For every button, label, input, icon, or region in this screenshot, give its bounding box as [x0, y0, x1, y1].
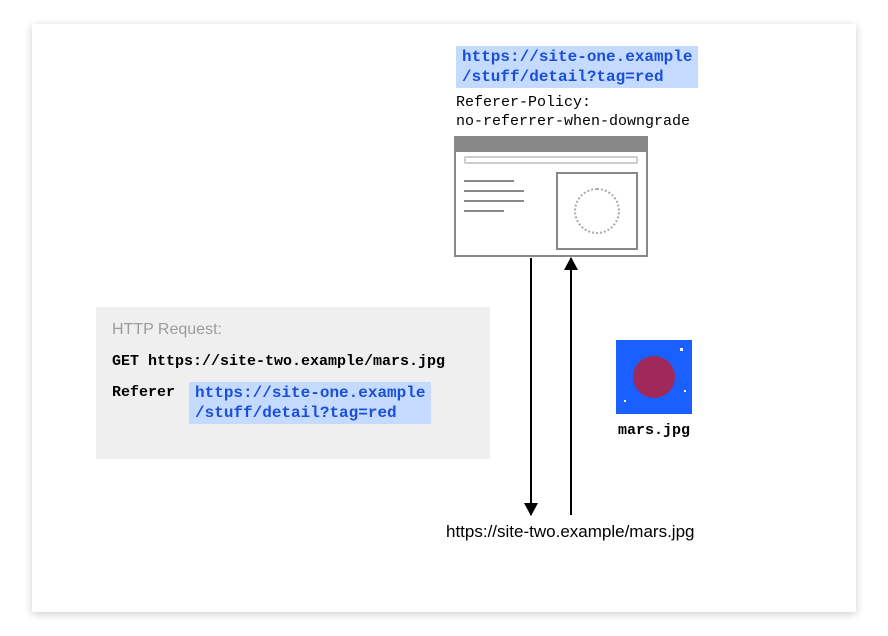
dotted-circle-icon: [574, 188, 620, 234]
image-placeholder-icon: [556, 172, 638, 250]
mars-filename-label: mars.jpg: [616, 422, 692, 439]
text-lines-icon: [464, 172, 556, 250]
star-icon: [684, 390, 686, 392]
planet-icon: [633, 356, 675, 398]
url-line1: https://site-one.example: [462, 48, 692, 66]
referer-policy-label: Referer-Policy:: [456, 94, 591, 111]
referer-url-line1: https://site-one.example: [195, 384, 425, 402]
star-icon: [624, 400, 626, 402]
url-line2: /stuff/detail?tag=red: [462, 68, 664, 86]
http-referer-label: Referer: [112, 382, 175, 401]
referer-url-highlight: https://site-one.example /stuff/detail?t…: [189, 382, 431, 424]
request-arrow-icon: [530, 258, 532, 515]
http-referer-row: Referer https://site-one.example /stuff/…: [112, 382, 474, 424]
mars-image-icon: [616, 340, 692, 414]
referer-policy-text: Referer-Policy: no-referrer-when-downgra…: [456, 94, 690, 132]
response-arrow-icon: [570, 258, 572, 515]
url-highlight: https://site-one.example /stuff/detail?t…: [456, 46, 698, 88]
browser-content: [456, 164, 646, 258]
target-url: https://site-two.example/mars.jpg: [446, 522, 694, 542]
browser-titlebar: [456, 138, 646, 152]
http-request-box: HTTP Request: GET https://site-two.examp…: [96, 307, 490, 459]
http-request-label: HTTP Request:: [112, 321, 474, 339]
http-get-line: GET https://site-two.example/mars.jpg: [112, 353, 474, 370]
star-icon: [680, 348, 683, 351]
source-page-url: https://site-one.example /stuff/detail?t…: [456, 46, 698, 88]
browser-window-icon: [454, 136, 648, 257]
referer-policy-value: no-referrer-when-downgrade: [456, 113, 690, 130]
referer-url-line2: /stuff/detail?tag=red: [195, 404, 397, 422]
diagram-canvas: https://site-one.example /stuff/detail?t…: [32, 24, 856, 612]
browser-urlbar: [464, 156, 638, 164]
